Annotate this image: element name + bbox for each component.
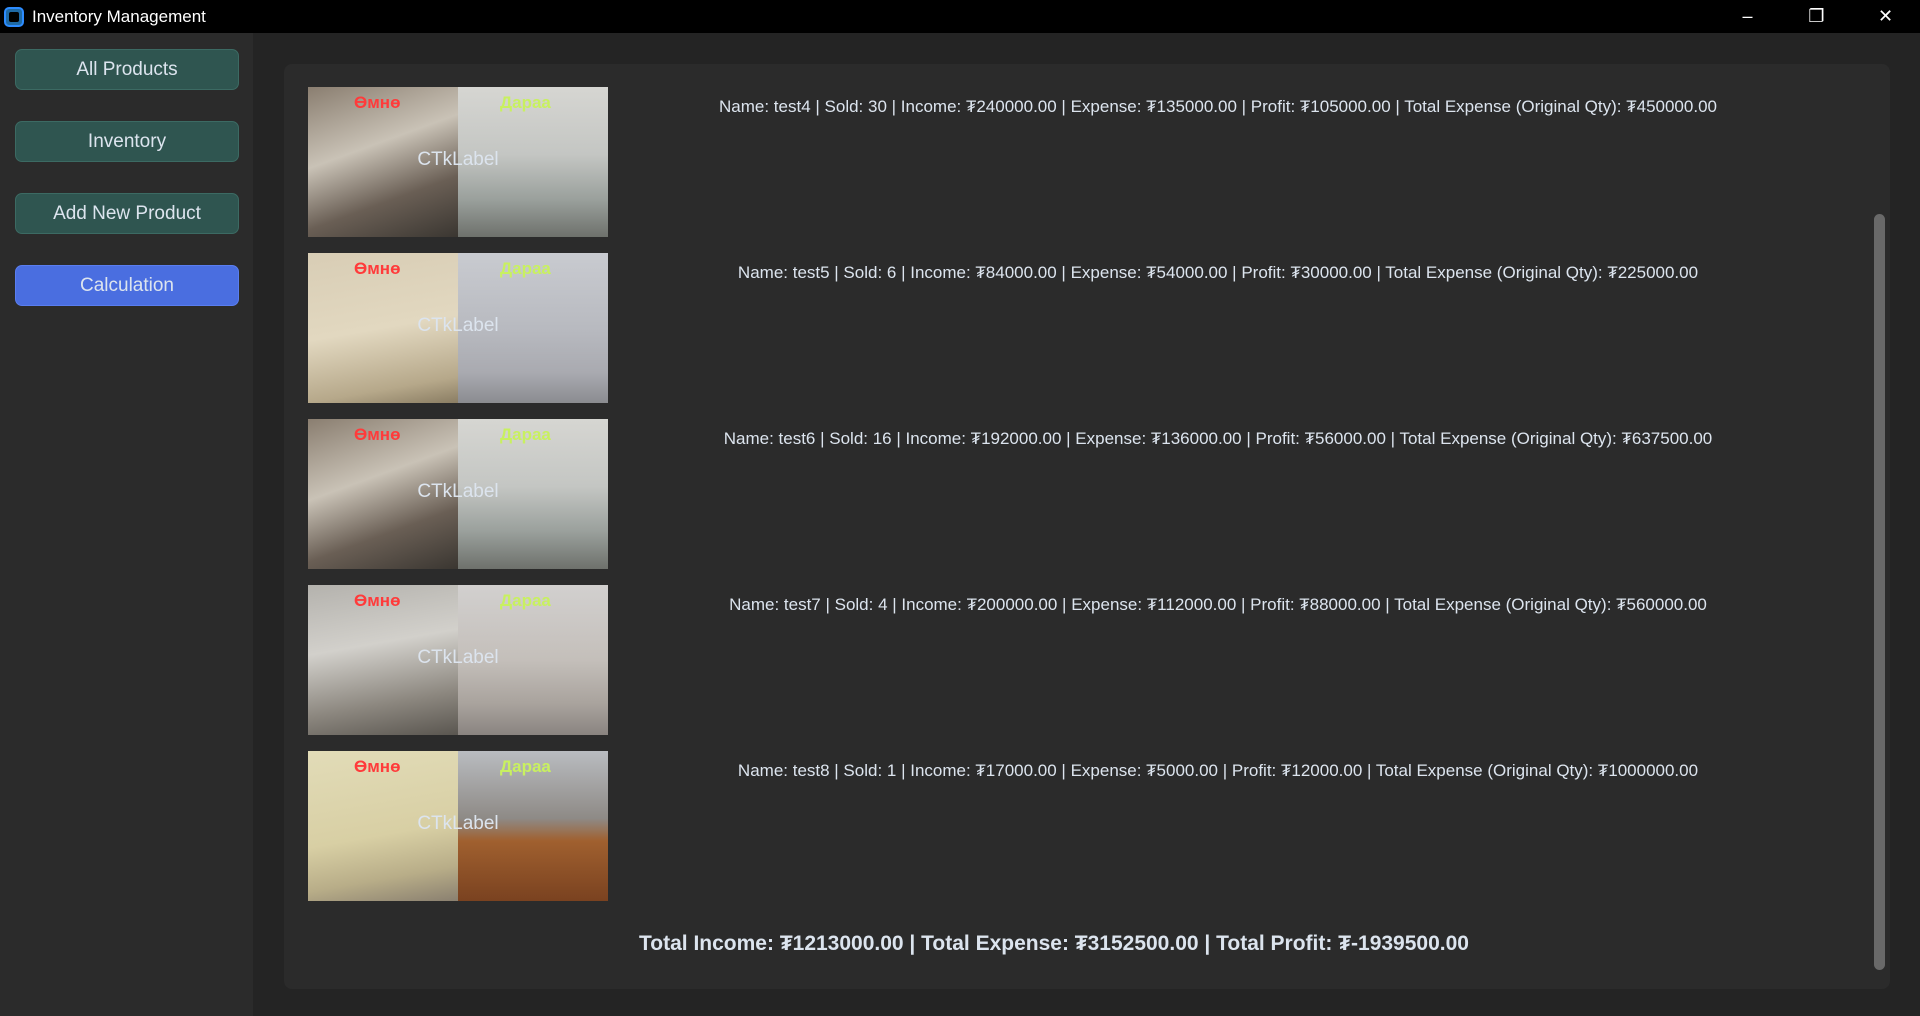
calculation-button[interactable]: Calculation	[15, 265, 239, 306]
after-label: Дараа	[500, 425, 551, 444]
minimize-icon[interactable]: –	[1713, 0, 1782, 33]
before-label: Өмнө	[354, 591, 401, 610]
calculation-panel: Өмнө Дараа CTkLabel Name: test4 | Sold: …	[284, 64, 1890, 989]
product-image: Өмнө Дараа CTkLabel	[308, 419, 608, 569]
image-label: CTkLabel	[417, 149, 499, 170]
product-row: Өмнө Дараа CTkLabel Name: test8 | Sold: …	[308, 751, 1828, 901]
product-info: Name: test7 | Sold: 4 | Income: ₮200000.…	[729, 595, 1707, 614]
image-label: CTkLabel	[417, 315, 499, 336]
product-info: Name: test5 | Sold: 6 | Income: ₮84000.0…	[737, 263, 1699, 282]
product-image: Өмнө Дараа CTkLabel	[308, 87, 608, 237]
product-info: Name: test4 | Sold: 30 | Income: ₮240000…	[719, 97, 1717, 116]
after-label: Дараа	[500, 259, 551, 278]
product-image: Өмнө Дараа CTkLabel	[308, 585, 608, 735]
restore-icon[interactable]: ❐	[1782, 0, 1851, 33]
inventory-button[interactable]: Inventory	[15, 121, 239, 162]
sidebar: All Products Inventory Add New Product C…	[0, 33, 253, 1016]
totals-summary: Total Income: ₮1213000.00 | Total Expens…	[639, 932, 1469, 955]
image-label: CTkLabel	[417, 813, 499, 834]
after-label: Дараа	[500, 93, 551, 112]
all-products-button[interactable]: All Products	[15, 49, 239, 90]
product-image: Өмнө Дараа CTkLabel	[308, 253, 608, 403]
window-controls: – ❐ ✕	[1713, 0, 1920, 33]
window-title: Inventory Management	[32, 6, 206, 26]
product-row: Өмнө Дараа CTkLabel Name: test5 | Sold: …	[308, 253, 1828, 403]
image-label: CTkLabel	[417, 481, 499, 502]
product-row: Өмнө Дараа CTkLabel Name: test4 | Sold: …	[308, 87, 1828, 237]
close-icon[interactable]: ✕	[1851, 0, 1920, 33]
product-info: Name: test6 | Sold: 16 | Income: ₮192000…	[723, 429, 1713, 448]
image-label: CTkLabel	[417, 647, 499, 668]
after-label: Дараа	[500, 757, 551, 776]
app-icon	[4, 6, 24, 27]
scrollbar[interactable]	[1874, 214, 1885, 970]
product-info: Name: test8 | Sold: 1 | Income: ₮17000.0…	[737, 761, 1699, 780]
product-row: Өмнө Дараа CTkLabel Name: test6 | Sold: …	[308, 419, 1828, 569]
before-label: Өмнө	[354, 93, 401, 112]
product-row: Өмнө Дараа CTkLabel Name: test7 | Sold: …	[308, 585, 1828, 735]
product-image: Өмнө Дараа CTkLabel	[308, 751, 608, 901]
title-bar: Inventory Management – ❐ ✕	[0, 0, 1920, 33]
before-label: Өмнө	[354, 259, 401, 278]
before-label: Өмнө	[354, 425, 401, 444]
before-label: Өмнө	[354, 757, 401, 776]
after-label: Дараа	[500, 591, 551, 610]
add-new-product-button[interactable]: Add New Product	[15, 193, 239, 234]
